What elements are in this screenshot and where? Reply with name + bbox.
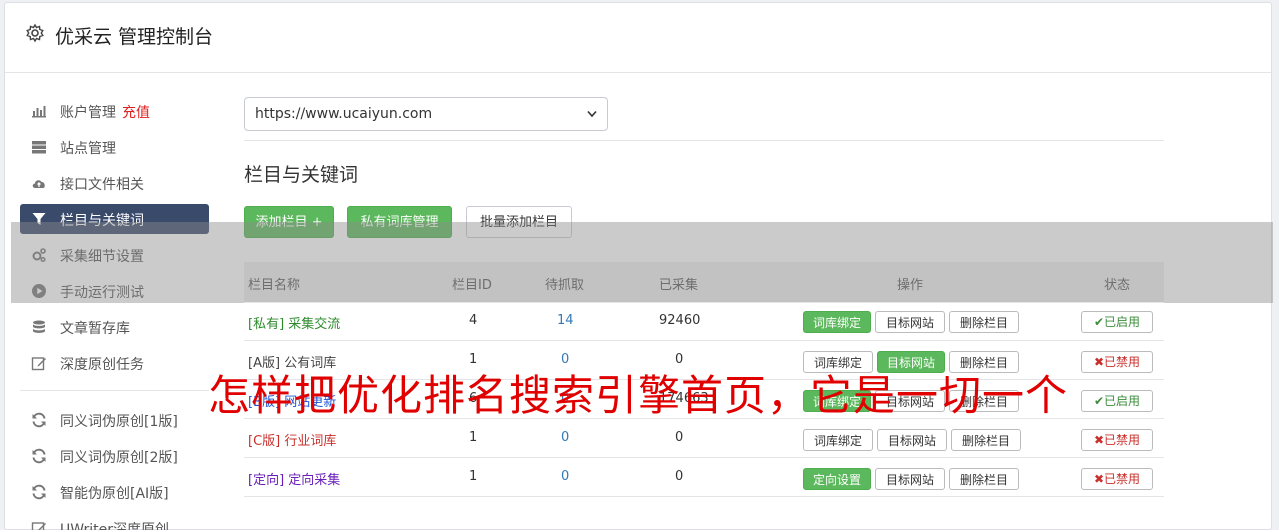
database-icon	[33, 320, 45, 333]
close-icon: ✖	[1093, 472, 1105, 486]
overlay-band	[11, 222, 1273, 303]
status-badge[interactable]: ✔已启用	[1081, 390, 1153, 412]
sidebar-item-label: 文章暂存库	[60, 321, 130, 337]
check-icon: ✔	[1093, 315, 1105, 329]
row-divider	[244, 496, 1164, 497]
section-title: 栏目与关键词	[244, 164, 359, 186]
check-icon: ✔	[1093, 394, 1105, 408]
close-icon: ✖	[1093, 433, 1105, 447]
page-title: 优采云 管理控制台	[55, 26, 214, 48]
sidebar-divider	[20, 390, 209, 391]
sidebar-item-article-storage[interactable]: 文章暂存库	[20, 312, 209, 342]
target-site-button[interactable]: 目标网站	[877, 429, 947, 451]
cloud-upload-icon	[32, 180, 45, 188]
delete-column-button[interactable]: 删除栏目	[949, 468, 1019, 490]
collected-cell: 0	[675, 469, 684, 484]
column-id-cell: 4	[469, 313, 478, 328]
collected-cell: 92460	[659, 313, 701, 328]
target-site-button[interactable]: 目标网站	[875, 311, 945, 333]
sidebar-item-label: 接口文件相关	[60, 177, 144, 193]
pending-cell[interactable]: 14	[557, 313, 574, 328]
row-divider	[244, 457, 1164, 458]
sidebar-item-deep-original[interactable]: 深度原创任务	[20, 348, 209, 378]
delete-column-button[interactable]: 删除栏目	[951, 429, 1021, 451]
sidebar-item-label: 智能伪原创[AI版]	[60, 486, 169, 502]
delete-column-button[interactable]: 删除栏目	[949, 311, 1019, 333]
sidebar-item-ai-rewrite[interactable]: 智能伪原创[AI版]	[20, 477, 209, 507]
refresh-icon	[32, 448, 46, 464]
sidebar-item-synonym-v1[interactable]: 同义词伪原创[1版]	[20, 405, 209, 435]
close-icon: ✖	[1093, 355, 1105, 369]
server-icon	[32, 141, 46, 154]
collected-cell: 0	[675, 430, 684, 445]
sidebar-item-label: UWriter深度原创	[60, 522, 169, 530]
sidebar-item-label: 同义词伪原创[1版]	[60, 414, 178, 430]
status-badge[interactable]: ✖已禁用	[1081, 351, 1153, 373]
targeted-settings-button[interactable]: 定向设置	[803, 468, 871, 490]
divider	[244, 140, 1164, 141]
refresh-icon	[32, 484, 46, 500]
column-id-cell: 1	[469, 469, 478, 484]
lexicon-bind-button[interactable]: 词库绑定	[803, 429, 873, 451]
status-badge[interactable]: ✖已禁用	[1081, 468, 1153, 490]
row-divider	[244, 340, 1164, 341]
status-badge[interactable]: ✖已禁用	[1081, 429, 1153, 451]
header: 优采云 管理控制台	[5, 3, 1271, 73]
refresh-icon	[32, 412, 46, 428]
chevron-down-icon	[587, 110, 597, 118]
gear-icon	[26, 23, 44, 43]
column-id-cell: 1	[469, 430, 478, 445]
sidebar-item-label: 账户管理	[60, 105, 116, 121]
edit-icon	[31, 357, 46, 371]
column-name-cell[interactable]: [C版] 行业词库	[248, 430, 336, 449]
site-select[interactable]: https://www.ucaiyun.com	[244, 97, 608, 131]
bar-chart-icon	[32, 106, 46, 118]
sidebar-item-uwriter[interactable]: UWriter深度原创	[20, 513, 209, 530]
column-name-cell[interactable]: [私有] 采集交流	[248, 313, 340, 332]
sidebar-item-account[interactable]: 账户管理 充值	[20, 96, 209, 126]
site-select-value: https://www.ucaiyun.com	[255, 106, 433, 122]
edit-icon	[31, 522, 46, 530]
lexicon-bind-button[interactable]: 词库绑定	[803, 311, 871, 333]
target-site-button[interactable]: 目标网站	[875, 468, 945, 490]
status-badge[interactable]: ✔已启用	[1081, 311, 1153, 333]
watermark-text: 怎样把优化排名搜索引擎首页，它是一切一个	[208, 371, 1069, 420]
sidebar-item-label: 深度原创任务	[60, 357, 144, 373]
recharge-link[interactable]: 充值	[122, 105, 150, 121]
row-divider	[244, 302, 1164, 303]
pending-cell[interactable]: 0	[561, 430, 569, 445]
sidebar-item-interface-files[interactable]: 接口文件相关	[20, 168, 209, 198]
column-name-cell[interactable]: [定向] 定向采集	[248, 469, 340, 488]
sidebar-item-sites[interactable]: 站点管理	[20, 132, 209, 162]
pending-cell[interactable]: 0	[561, 469, 569, 484]
sidebar-item-synonym-v2[interactable]: 同义词伪原创[2版]	[20, 441, 209, 471]
sidebar-item-label: 同义词伪原创[2版]	[60, 450, 178, 466]
sidebar-item-label: 站点管理	[60, 141, 116, 157]
